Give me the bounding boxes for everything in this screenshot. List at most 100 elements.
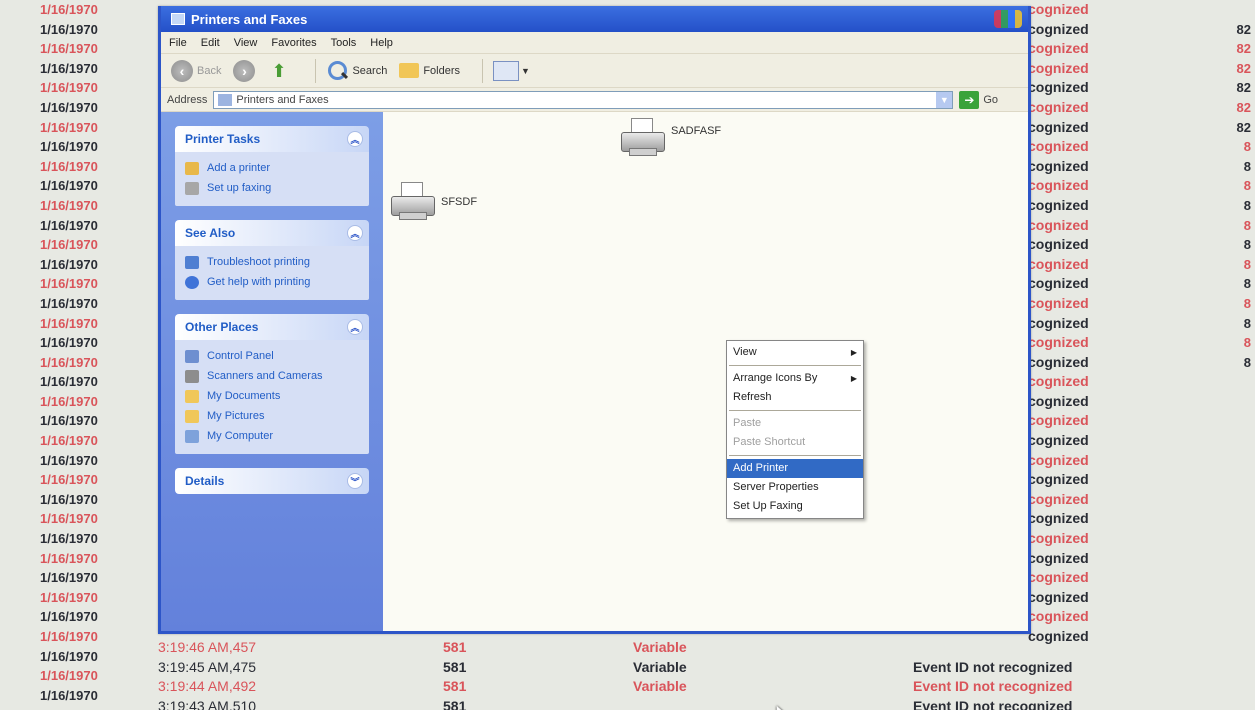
log-description-text: cognized [1028, 412, 1089, 429]
forward-button[interactable]: › [233, 59, 259, 82]
log-date-column: 1/16/1970 1/16/1970 1/16/1970 1/16/1970 1/16… [40, 0, 160, 705]
log-description-text: cognized [1028, 353, 1089, 370]
log-date-cell: 1/16/1970 [40, 374, 98, 390]
log-description-text: cognized [1028, 588, 1089, 605]
printer-name: SFSDF [441, 196, 478, 208]
log-date-cell: 1/16/1970 [40, 158, 98, 174]
log-description-text: cognized [1028, 196, 1089, 213]
details-header[interactable]: Details ︾ [175, 468, 369, 494]
menu-edit[interactable]: Edit [201, 37, 220, 49]
menu-tools[interactable]: Tools [331, 37, 357, 49]
task-pane: Printer Tasks ︽ Add a printer Set up fax… [161, 112, 383, 631]
documents-folder-icon [185, 389, 199, 403]
log-description-text: cognized [1028, 1, 1089, 17]
log-description-row: cognized 8 [1028, 216, 1255, 236]
log-description-text: cognized [1028, 59, 1089, 76]
collapse-chevron-icon[interactable]: ︽ [347, 319, 363, 335]
printer-name: SADFASF [671, 125, 722, 137]
address-label: Address [167, 93, 208, 106]
go-button[interactable]: ➔ Go [959, 90, 998, 109]
collapse-chevron-icon[interactable]: ︽ [347, 225, 363, 241]
add-printer-link[interactable]: Add a printer [185, 158, 359, 178]
address-dropdown-icon[interactable]: ▼ [936, 91, 953, 108]
log-date-cell: 1/16/1970 [40, 256, 98, 272]
log-date-cell: 1/16/1970 [40, 433, 98, 449]
log-id-text: 8 [1243, 197, 1251, 213]
expand-chevron-icon[interactable]: ︾ [347, 473, 363, 489]
context-menu-label: Paste [733, 417, 762, 429]
log-description-row: cognized 8 [1028, 157, 1255, 177]
folders-button[interactable]: Folders [399, 63, 460, 78]
my-computer-link[interactable]: My Computer [185, 426, 359, 446]
other-places-header[interactable]: Other Places ︽ [175, 314, 369, 340]
menu-help[interactable]: Help [370, 37, 393, 49]
details-panel: Details ︾ [175, 468, 369, 494]
help-printing-link[interactable]: Get help with printing [185, 272, 359, 292]
printer-sfsdf[interactable]: SFSDF [391, 182, 477, 222]
details-title: Details [185, 474, 225, 488]
printer-sadfasf[interactable]: SADFASF [621, 118, 721, 158]
printers-content-area[interactable]: SADFASF SFSDF View ▶ Arrange Icons By ▶ Refr… [383, 112, 1028, 710]
log-cell-var: Variable [633, 639, 687, 655]
log-id-text: 82 [1236, 119, 1251, 135]
see-also-header[interactable]: See Also ︽ [175, 220, 369, 246]
log-description-text: cognized [1028, 294, 1089, 311]
control-panel-link[interactable]: Control Panel [185, 346, 359, 366]
menu-file[interactable]: File [169, 37, 187, 49]
my-documents-link[interactable]: My Documents [185, 386, 359, 406]
menu-view[interactable]: View [234, 37, 258, 49]
log-date-cell: 1/16/1970 [40, 80, 98, 96]
context-menu-item-set-up-faxing[interactable]: Set Up Faxing [727, 497, 863, 516]
views-button[interactable]: ▼ [493, 60, 530, 81]
printer-tasks-header[interactable]: Printer Tasks ︽ [175, 126, 369, 152]
log-cell-var: Variable [633, 658, 687, 675]
menu-favorites[interactable]: Favorites [271, 37, 316, 49]
context-menu-item-arrange-icons-by[interactable]: Arrange Icons By ▶ [727, 369, 863, 388]
context-menu-item-add-printer[interactable]: Add Printer [727, 459, 863, 710]
control-panel-label: Control Panel [207, 350, 274, 362]
address-value: Printers and Faxes [236, 93, 329, 106]
log-description-text: cognized [1028, 569, 1089, 586]
log-id-text: 8 [1243, 295, 1251, 311]
log-cell-time: 3:19:43 AM,510 [158, 697, 257, 710]
up-folder-button[interactable]: ⬆ [271, 61, 293, 81]
other-places-title: Other Places [185, 320, 259, 334]
add-printer-label: Add a printer [207, 162, 270, 174]
my-pictures-link[interactable]: My Pictures [185, 406, 359, 426]
log-description-text: cognized [1028, 608, 1089, 625]
log-description-text: cognized [1028, 334, 1089, 351]
log-description-row: cognized [1028, 549, 1255, 569]
log-id-text: 82 [1236, 41, 1251, 57]
title-bar[interactable]: Printers and Faxes [161, 6, 1028, 32]
printer-icon [391, 182, 435, 222]
control-panel-icon [185, 349, 199, 363]
address-field[interactable]: Printers and Faxes ▼ [213, 90, 954, 109]
context-menu-item-refresh[interactable]: Refresh [727, 388, 863, 407]
log-description-row: cognized 8 [1028, 314, 1255, 334]
context-menu-item-view[interactable]: View ▶ [727, 343, 863, 362]
log-date-cell: 1/16/1970 [40, 295, 98, 311]
context-menu-item-server-properties[interactable]: Server Properties [727, 478, 863, 497]
scanners-cameras-link[interactable]: Scanners and Cameras [185, 366, 359, 386]
log-description-text: cognized [1028, 490, 1089, 507]
search-label: Search [352, 64, 388, 77]
search-button[interactable]: Search [326, 60, 387, 82]
back-button[interactable]: ‹ Back [171, 59, 221, 82]
log-date-cell: 1/16/1970 [40, 99, 98, 115]
computer-icon [185, 429, 199, 443]
troubleshoot-printing-link[interactable]: Troubleshoot printing [185, 252, 359, 272]
log-description-row: cognized 8 [1028, 176, 1255, 196]
log-description-text: cognized [1028, 373, 1089, 390]
log-description-row: cognized [1028, 411, 1255, 431]
log-description-row: cognized 8 [1028, 333, 1255, 353]
log-id-text: 82 [1236, 21, 1251, 37]
log-date-cell: 1/16/1970 [40, 335, 98, 351]
back-arrow-icon: ‹ [171, 59, 193, 82]
log-description-row: cognized 8 [1028, 255, 1255, 275]
log-date-cell: 1/16/1970 [40, 139, 98, 155]
my-pictures-label: My Pictures [207, 410, 265, 422]
window-body: Printer Tasks ︽ Add a printer Set up fax… [161, 112, 1028, 710]
menu-separator [729, 455, 861, 456]
setup-faxing-link[interactable]: Set up faxing [185, 178, 359, 198]
collapse-chevron-icon[interactable]: ︽ [347, 131, 363, 147]
